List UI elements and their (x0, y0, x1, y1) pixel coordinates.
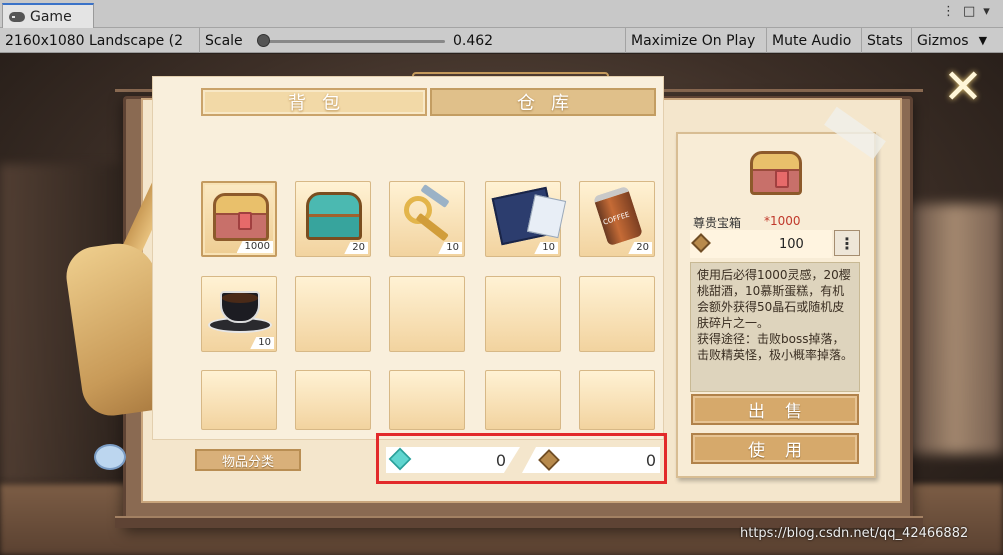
stats-toggle[interactable]: Stats (862, 28, 912, 53)
item-slot-11[interactable] (201, 370, 277, 430)
tab-game[interactable]: Game (2, 3, 94, 28)
item-slot-15[interactable] (579, 370, 655, 430)
tab-game-label: Game (30, 8, 72, 25)
tab-bag[interactable]: 背包 (201, 88, 427, 116)
item-slot-14[interactable] (485, 370, 561, 430)
item-slot-6[interactable]: 10 (201, 276, 277, 352)
gizmos-arrow-icon: ▼ (978, 34, 988, 47)
gizmos-dropdown[interactable]: Gizmos ▼ (912, 28, 1003, 53)
background-window-light (905, 204, 1003, 454)
item-slot-7[interactable] (295, 276, 371, 352)
coffee-can-icon (592, 185, 644, 247)
editor-tabbar: Game ⋮ □ ▾ (0, 0, 1003, 28)
maximize-on-play-toggle[interactable]: Maximize On Play (626, 28, 767, 53)
resolution-dropdown[interactable]: 2160x1080 Landscape (2 (0, 28, 200, 53)
dropdown-icon[interactable]: ▾ (983, 4, 990, 19)
item-description: 使用后必得1000灵感，20樱桃甜酒，10慕斯蛋糕，有机会额外获得50晶石或随机… (690, 262, 860, 392)
item-count: 1000 (236, 241, 273, 253)
item-name: 尊贵宝箱 (693, 216, 742, 230)
scale-slider-track[interactable] (263, 40, 445, 43)
item-count: 10 (438, 242, 462, 254)
sell-button[interactable]: 出售 (691, 394, 859, 425)
scale-value-text: 0.462 (453, 32, 494, 49)
item-slot-4[interactable]: 10 (485, 181, 561, 257)
close-button[interactable]: ✕ (940, 62, 986, 112)
scale-text: Scale (205, 32, 243, 49)
maximize-icon[interactable]: □ (963, 4, 975, 19)
gizmos-label: Gizmos (917, 32, 969, 49)
more-options-button[interactable]: ⋮ (834, 230, 860, 256)
item-cost-row (690, 230, 832, 258)
game-toolbar: 2160x1080 Landscape (2 Scale 0.462 Maxim… (0, 28, 1003, 53)
item-slot-5[interactable]: 20 (579, 181, 655, 257)
keys-icon (400, 184, 456, 240)
item-slot-10[interactable] (579, 276, 655, 352)
bag-charm-decoration (94, 444, 126, 470)
item-count: 10 (250, 337, 274, 349)
mute-audio-label: Mute Audio (772, 32, 852, 49)
maximize-on-play-label: Maximize On Play (631, 32, 756, 49)
use-button[interactable]: 使用 (691, 433, 859, 464)
item-cost: 100 (779, 237, 804, 252)
item-slot-9[interactable] (485, 276, 561, 352)
window-controls: ⋮ □ ▾ (942, 4, 990, 19)
item-slot-2[interactable]: 20 (295, 181, 371, 257)
item-slot-12[interactable] (295, 370, 371, 430)
item-count: 20 (628, 242, 652, 254)
item-slot-13[interactable] (389, 370, 465, 430)
scale-value: 0.462 (448, 28, 626, 53)
currency-highlight-box (376, 433, 667, 484)
tab-warehouse[interactable]: 仓库 (430, 88, 656, 116)
stats-label: Stats (867, 32, 903, 49)
item-slot-1[interactable]: 1000 (201, 181, 277, 257)
watermark: https://blog.csdn.net/qq_42466882 (740, 526, 969, 541)
treasure-chest-icon (213, 193, 269, 241)
mute-audio-toggle[interactable]: Mute Audio (767, 28, 862, 53)
detail-chest-icon (750, 151, 802, 195)
sort-items-button[interactable]: 物品分类 (195, 449, 301, 471)
coffee-cup-icon (208, 291, 272, 333)
documents-icon (491, 186, 557, 246)
scale-slider-knob[interactable] (257, 34, 270, 47)
item-slot-3[interactable]: 10 (389, 181, 465, 257)
teal-chest-icon (306, 192, 362, 240)
item-count: 20 (344, 242, 368, 254)
item-count: 10 (534, 242, 558, 254)
menu-dots-icon[interactable]: ⋮ (942, 4, 955, 19)
scale-label: Scale (200, 28, 260, 53)
resolution-label: 2160x1080 Landscape (2 (5, 32, 184, 49)
gamepad-icon (9, 11, 25, 22)
item-slot-8[interactable] (389, 276, 465, 352)
item-quantity: *1000 (764, 214, 801, 228)
